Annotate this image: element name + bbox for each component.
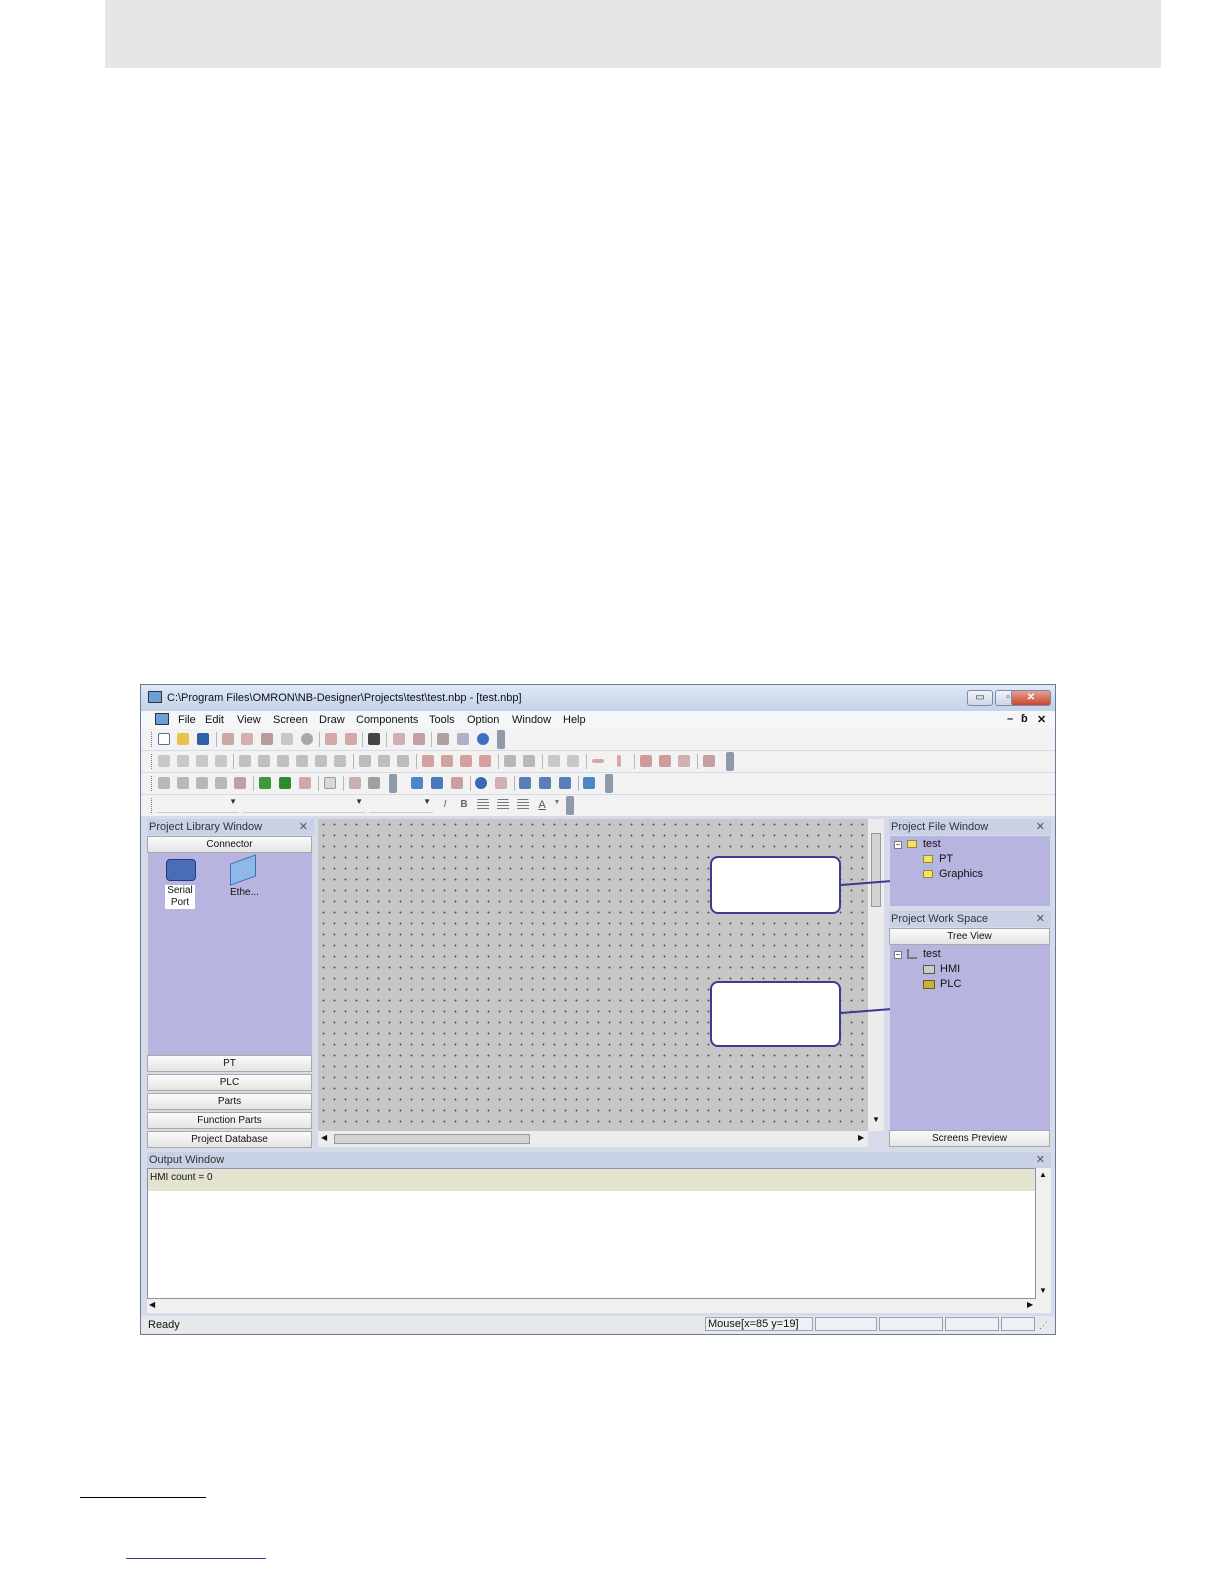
workspace-panel-close-icon[interactable]: ✕ xyxy=(1036,912,1045,925)
status-text: Ready xyxy=(148,1319,180,1331)
footer-rule xyxy=(80,1497,206,1498)
workspace-panel-title: Project Work Space xyxy=(891,913,989,925)
file-panel-header: Project File Window ✕ xyxy=(889,819,1051,835)
status-bar: Ready Mouse[x=85 y=19] ⋰ xyxy=(141,1316,1055,1334)
output-line: HMI count = 0 xyxy=(150,1172,213,1183)
tab-screens-preview[interactable]: Screens Preview xyxy=(889,1130,1050,1147)
workspace-tree-item-hmi[interactable]: HMI xyxy=(940,963,960,975)
status-cell xyxy=(815,1317,877,1331)
workspace-tree-area: − test HMI PLC xyxy=(890,945,1050,1130)
status-cell xyxy=(945,1317,999,1331)
folder-icon xyxy=(923,870,933,878)
plc-icon xyxy=(923,980,935,989)
output-line-highlight xyxy=(148,1169,1035,1191)
status-cell xyxy=(879,1317,943,1331)
status-cell xyxy=(1001,1317,1035,1331)
output-text-area[interactable]: HMI count = 0 xyxy=(147,1168,1036,1299)
output-panel-header: Output Window ✕ xyxy=(147,1152,1051,1168)
project-tree-icon xyxy=(907,949,917,959)
collapse-icon[interactable]: − xyxy=(894,951,902,959)
hmi-icon xyxy=(923,965,935,974)
file-panel-title: Project File Window xyxy=(891,821,989,833)
workspace-tree-root[interactable]: test xyxy=(923,948,941,960)
scroll-up-icon[interactable]: ▲ xyxy=(1039,1170,1047,1179)
page-header-band xyxy=(105,0,1161,68)
scroll-down-icon[interactable]: ▼ xyxy=(1039,1286,1047,1295)
file-tree-area: − test PT Graphics xyxy=(890,836,1050,906)
output-panel-title: Output Window xyxy=(149,1154,225,1166)
output-panel-close-icon[interactable]: ✕ xyxy=(1036,1153,1045,1166)
collapse-icon[interactable]: − xyxy=(894,841,902,849)
scroll-right-icon[interactable]: ▶ xyxy=(1027,1300,1033,1309)
folder-icon xyxy=(923,855,933,863)
scroll-left-icon[interactable]: ◀ xyxy=(149,1300,155,1309)
resize-grip-icon[interactable]: ⋰ xyxy=(1039,1320,1048,1331)
file-panel-close-icon[interactable]: ✕ xyxy=(1036,820,1045,833)
workspace-tree-item-plc[interactable]: PLC xyxy=(940,978,961,990)
file-tree-item-graphics[interactable]: Graphics xyxy=(939,868,983,880)
nb-designer-window: C:\Program Files\OMRON\NB-Designer\Proje… xyxy=(140,684,1056,1335)
folder-icon xyxy=(907,840,917,848)
workspace-panel-header: Project Work Space ✕ xyxy=(889,911,1051,927)
file-tree-root[interactable]: test xyxy=(923,838,941,850)
output-vertical-scrollbar[interactable]: ▲ ▼ xyxy=(1036,1168,1051,1299)
mouse-position-readout: Mouse[x=85 y=19] xyxy=(705,1317,813,1331)
file-tree-item-pt[interactable]: PT xyxy=(939,853,953,865)
footer-link-rule xyxy=(126,1558,266,1559)
tab-tree-view[interactable]: Tree View xyxy=(889,928,1050,945)
output-horizontal-scrollbar[interactable]: ◀ ▶ xyxy=(147,1299,1051,1313)
